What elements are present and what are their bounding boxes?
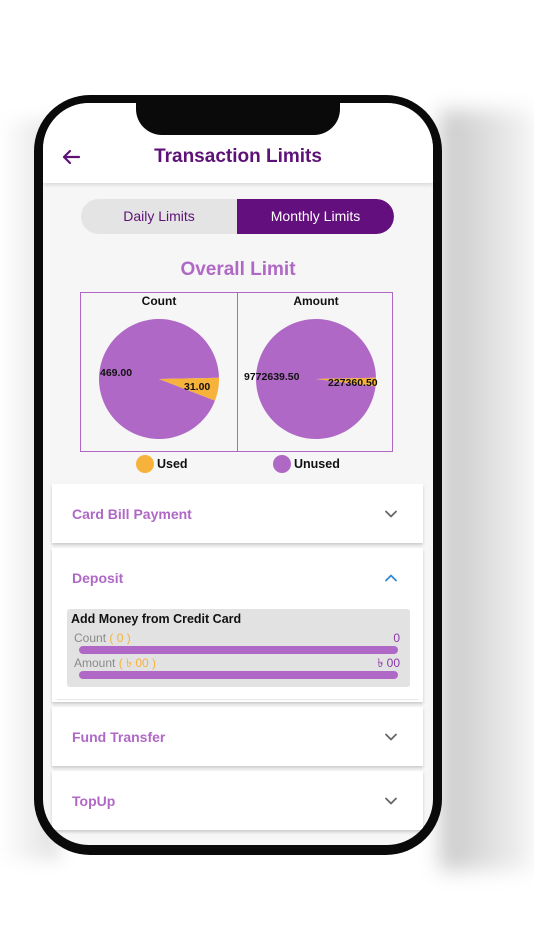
section-card-bill-payment[interactable]: Card Bill Payment	[52, 484, 423, 543]
tab-monthly-limits[interactable]: Monthly Limits	[237, 199, 394, 234]
chart-divider	[237, 293, 238, 451]
unused-swatch	[273, 455, 291, 473]
count-pie-chart	[99, 319, 219, 439]
chevron-down-icon[interactable]	[384, 730, 398, 744]
app-screen: Transaction Limits Daily Limits Monthly …	[43, 103, 433, 845]
card-bill-payment-title: Card Bill Payment	[72, 506, 192, 522]
phone-notch	[136, 95, 340, 135]
amount-used-label: 227360.50	[328, 377, 378, 389]
add-money-title: Add Money from Credit Card	[71, 612, 242, 626]
count-chart-title: Count	[141, 294, 177, 308]
overall-limit-charts: Count 469.00 31.00 Amount 9772639.50 227…	[80, 292, 393, 452]
right-shadow	[440, 110, 534, 870]
count-row-label: Count ( 0 )	[74, 631, 131, 645]
section-topup[interactable]: TopUp	[52, 771, 423, 830]
legend-used-text: Used	[157, 457, 188, 471]
count-progress-bar	[79, 646, 398, 654]
deposit-divider	[57, 699, 418, 700]
amount-label-text: Amount	[74, 656, 116, 670]
count-used-label: 31.00	[184, 381, 211, 393]
chevron-up-icon[interactable]	[384, 571, 398, 585]
overall-limit-title: Overall Limit	[180, 259, 296, 280]
amount-progress-bar	[79, 671, 398, 679]
chevron-down-icon[interactable]	[384, 794, 398, 808]
count-unused-label: 469.00	[100, 367, 133, 379]
add-money-credit-card-panel: Add Money from Credit Card Count ( 0 ) 0…	[67, 609, 410, 687]
topup-title: TopUp	[72, 793, 116, 809]
deposit-title: Deposit	[72, 570, 124, 586]
count-value: 0	[393, 631, 400, 645]
limit-period-toggle: Daily Limits Monthly Limits	[81, 199, 394, 234]
count-paren-text: ( 0 )	[109, 631, 131, 645]
used-swatch	[136, 455, 154, 473]
amount-unused-label: 9772639.50	[244, 371, 300, 383]
tab-daily-limits[interactable]: Daily Limits	[81, 199, 237, 234]
amount-paren-text: ( ৳ 00 )	[118, 656, 157, 670]
fund-transfer-title: Fund Transfer	[72, 729, 166, 745]
section-deposit: Deposit Add Money from Credit Card Count…	[52, 548, 423, 702]
chevron-down-icon[interactable]	[384, 507, 398, 521]
legend-unused-text: Unused	[294, 457, 340, 471]
amount-chart-title: Amount	[293, 294, 339, 308]
page-title: Transaction Limits	[154, 146, 322, 167]
section-fund-transfer[interactable]: Fund Transfer	[52, 707, 423, 766]
count-label-text: Count	[74, 631, 107, 645]
